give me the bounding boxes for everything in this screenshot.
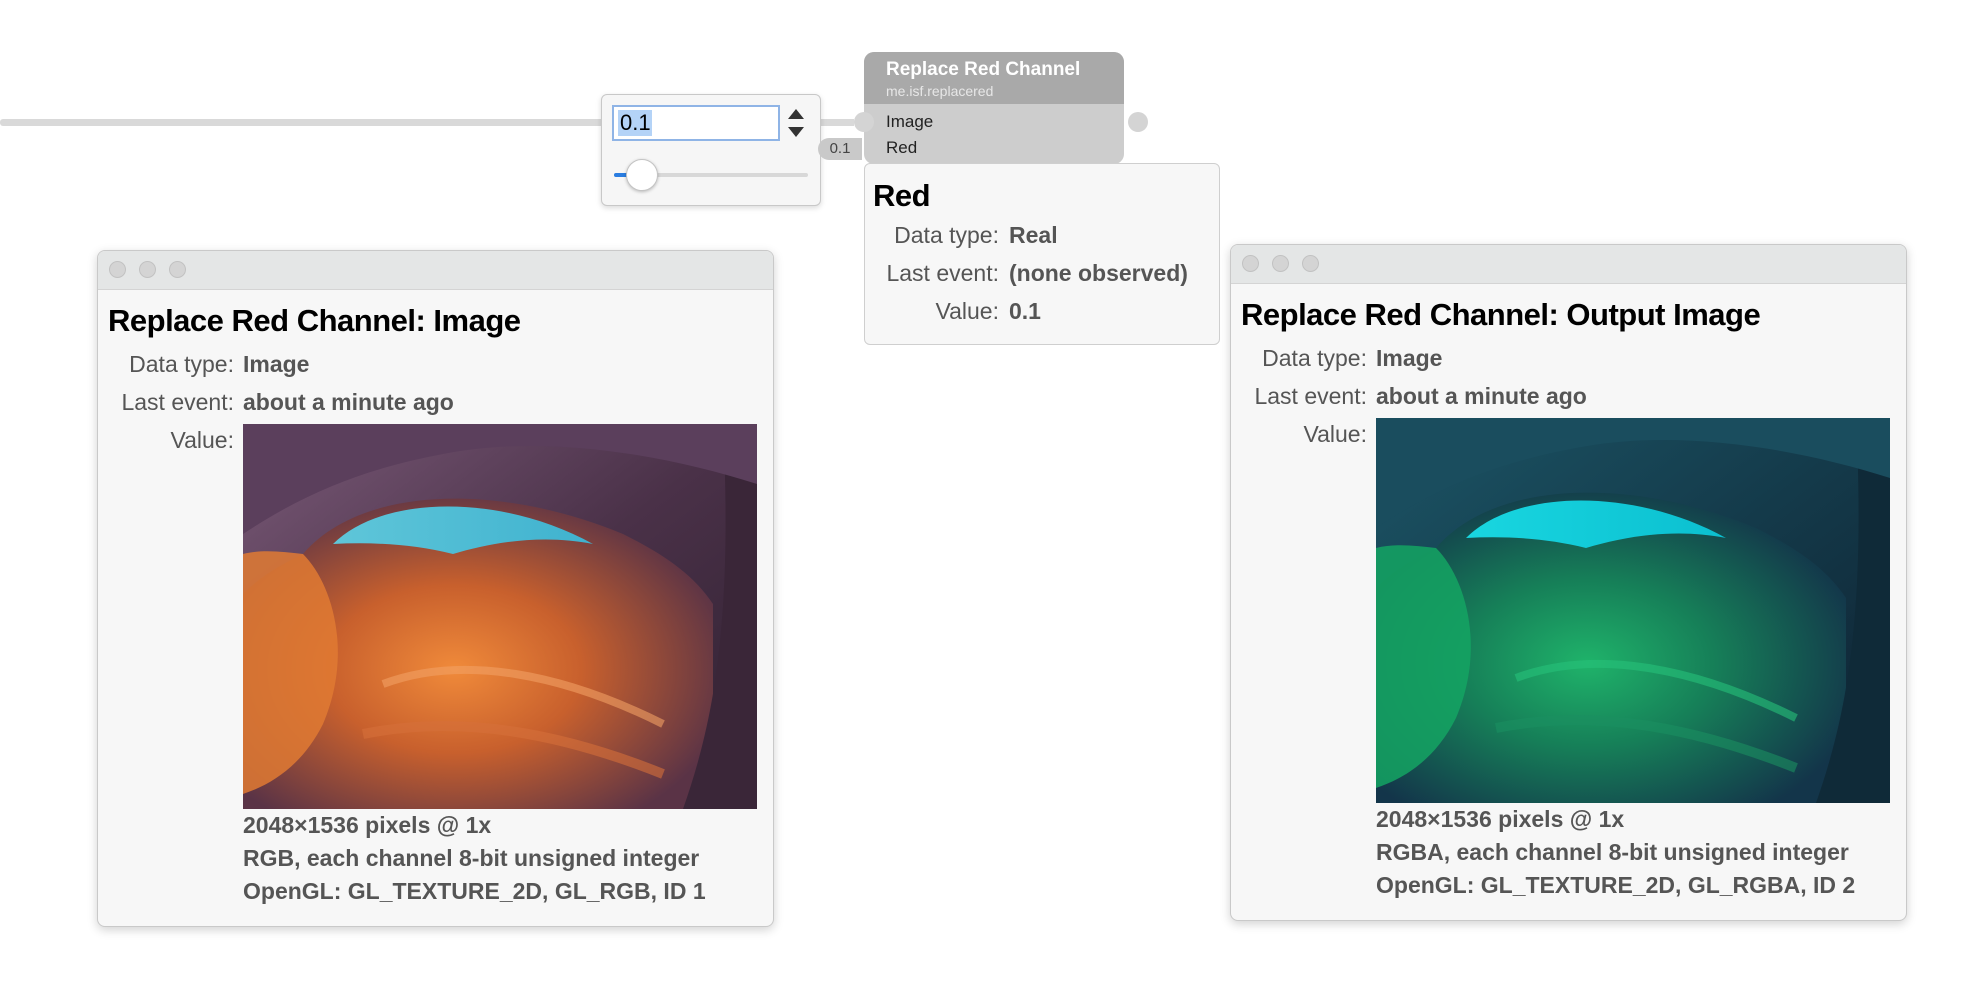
output-image-port[interactable] [1128,112,1148,132]
replace-red-channel-node[interactable]: Replace Red Channel me.isf.replacered Im… [854,52,1148,164]
data-type-label: Data type: [1262,345,1367,371]
data-type-label: Data type: [129,351,234,377]
zoom-button[interactable] [1302,255,1319,272]
data-type-value: Image [1376,345,1443,371]
image-input-port[interactable] [854,112,874,132]
last-event-value: (none observed) [1009,260,1188,286]
number-stepper[interactable] [784,107,808,141]
node-header[interactable]: Replace Red Channel me.isf.replacered [864,52,1124,104]
stepper-up-icon[interactable] [788,109,804,119]
input-image-window[interactable]: Replace Red Channel: Image Data type: Im… [97,250,774,927]
red-port-label: Red [886,138,918,157]
red-port-constant[interactable]: 0.1 [818,138,862,160]
output-image-thumbnail [1376,418,1890,803]
data-type-value: Real [1009,222,1058,248]
value-label: Value: [1303,421,1367,447]
close-button[interactable] [109,261,126,278]
image-format: RGBA, each channel 8-bit unsigned intege… [1376,839,1849,865]
value-slider-thumb[interactable] [626,159,658,191]
image-dimensions: 2048×1536 pixels @ 1x [243,812,492,838]
value-value: 0.1 [1009,298,1041,324]
red-port-info-panel: Red Data type: Real Last event: (none ob… [864,163,1220,345]
image-dimensions: 2048×1536 pixels @ 1x [1376,806,1625,832]
stepper-down-icon[interactable] [788,127,804,137]
widget-to-node-cable[interactable] [818,119,854,126]
minimize-button[interactable] [1272,255,1289,272]
last-event-value: about a minute ago [243,389,454,415]
image-format: RGB, each channel 8-bit unsigned integer [243,845,700,871]
last-event-label: Last event: [886,260,999,286]
value-label: Value: [170,427,234,453]
zoom-button[interactable] [169,261,186,278]
input-cable[interactable] [0,119,612,126]
last-event-label: Last event: [1254,383,1367,409]
window-title: Replace Red Channel: Image [108,303,521,338]
data-type-label: Data type: [894,222,999,248]
image-opengl: OpenGL: GL_TEXTURE_2D, GL_RGB, ID 1 [243,878,706,904]
image-port-label: Image [886,112,934,131]
number-input-popover: 0.1 [601,94,821,206]
data-type-value: Image [243,351,310,377]
number-field-value: 0.1 [620,110,651,135]
window-titlebar[interactable] [98,251,773,290]
last-event-label: Last event: [121,389,234,415]
composition-canvas[interactable]: 0.1 0.1 Replace Red Channel me.isf.repla… [0,0,1984,1006]
input-image-thumbnail [243,424,757,809]
image-opengl: OpenGL: GL_TEXTURE_2D, GL_RGBA, ID 2 [1376,872,1856,898]
panel-title: Red [873,178,931,213]
value-label: Value: [935,298,999,324]
close-button[interactable] [1242,255,1259,272]
minimize-button[interactable] [139,261,156,278]
node-title: Replace Red Channel [886,59,1081,80]
last-event-value: about a minute ago [1376,383,1587,409]
output-image-window[interactable]: Replace Red Channel: Output Image Data t… [1230,244,1907,921]
node-identifier: me.isf.replacered [886,83,994,99]
window-titlebar[interactable] [1231,245,1906,284]
window-title: Replace Red Channel: Output Image [1241,297,1761,332]
